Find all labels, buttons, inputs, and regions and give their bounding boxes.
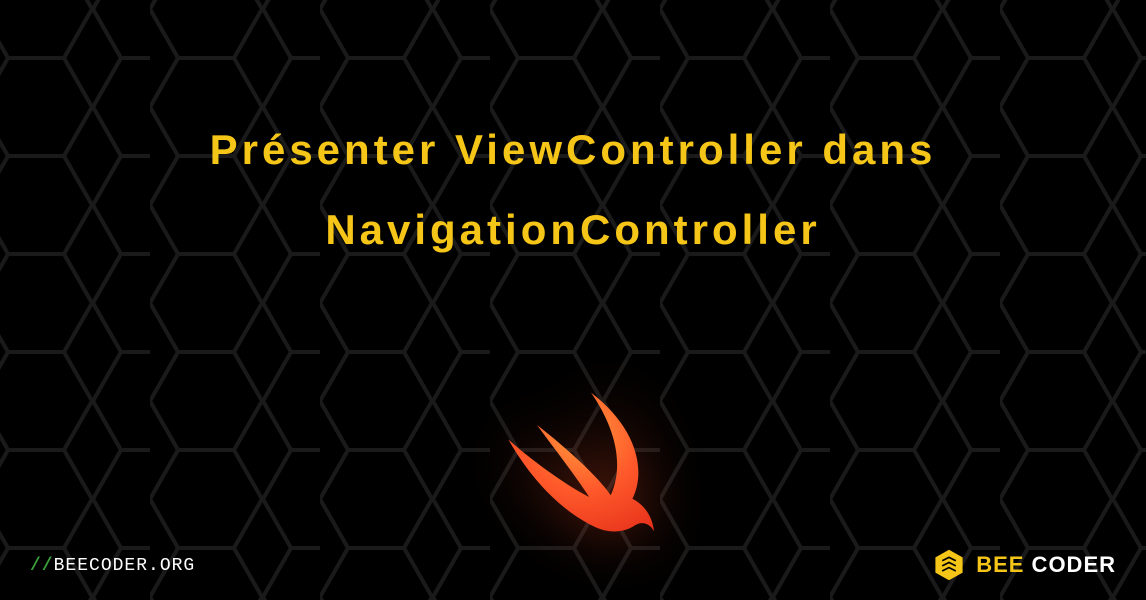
brand-text: BEE CODER — [976, 552, 1116, 578]
brand-bee: BEE — [976, 552, 1024, 577]
url-text: BEECODER.ORG — [54, 556, 196, 576]
title-line-1: Présenter ViewController dans — [0, 110, 1146, 190]
brand-hex-icon — [932, 548, 966, 582]
swift-logo-icon — [483, 380, 663, 560]
title-line-2: NavigationController — [0, 190, 1146, 270]
url-slashes: // — [30, 556, 54, 576]
brand-coder: CODER — [1024, 552, 1116, 577]
main-title: Présenter ViewController dans Navigation… — [0, 110, 1146, 270]
brand-badge: BEE CODER — [932, 548, 1116, 582]
site-url: //BEECODER.ORG — [30, 556, 195, 576]
